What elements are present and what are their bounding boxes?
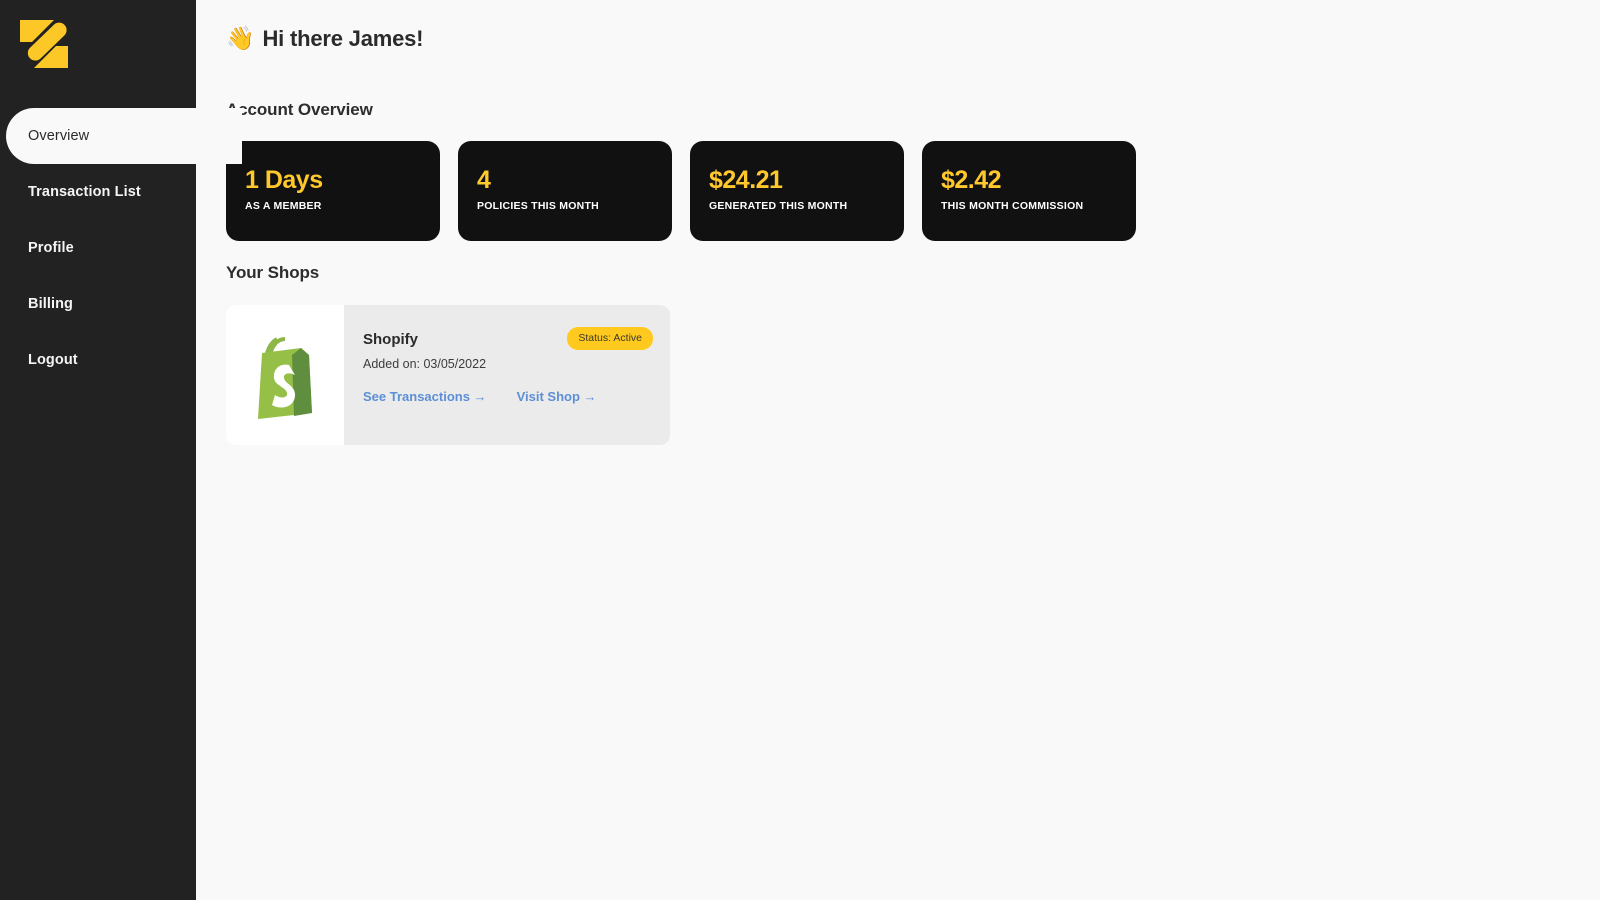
sidebar-item-logout[interactable]: Logout <box>0 332 196 388</box>
shop-added-date: Added on: 03/05/2022 <box>363 357 487 371</box>
your-shops-section: Your Shops Shopify Added on: 03/05/2022 … <box>226 263 1600 445</box>
stat-value: $24.21 <box>709 166 783 194</box>
stat-value: 1 Days <box>245 166 323 194</box>
sidebar-item-billing[interactable]: Billing <box>0 276 196 332</box>
sidebar-item-transaction-list[interactable]: Transaction List <box>0 164 196 220</box>
stat-card: $2.42 THIS MONTH COMMISSION <box>922 141 1136 241</box>
stylized-s-logo-icon <box>20 20 68 68</box>
stat-label: POLICIES THIS MONTH <box>477 200 600 213</box>
status-badge: Status: Active <box>567 327 653 350</box>
stat-label: THIS MONTH COMMISSION <box>941 200 1084 213</box>
sidebar: Overview Transaction List Profile Billin… <box>0 0 242 900</box>
sidebar-item-label: Profile <box>28 240 74 256</box>
shop-card[interactable]: Shopify Added on: 03/05/2022 See Transac… <box>226 305 670 445</box>
stat-value: 4 <box>477 166 491 194</box>
dashboard-page: Overview Transaction List Profile Billin… <box>0 0 1600 900</box>
stat-card-group: 1 Days AS A MEMBER 4 POLICIES THIS MONTH… <box>226 141 1600 241</box>
sidebar-item-overview[interactable]: Overview <box>6 108 242 164</box>
sidebar-item-label: Logout <box>28 352 78 368</box>
sidebar-item-label: Billing <box>28 296 73 312</box>
stat-label: AS A MEMBER <box>245 200 322 213</box>
visit-shop-link[interactable]: Visit Shop → <box>517 389 597 404</box>
stat-card: 1 Days AS A MEMBER <box>226 141 440 241</box>
see-transactions-link[interactable]: See Transactions → <box>363 389 487 404</box>
stat-card: 4 POLICIES THIS MONTH <box>458 141 672 241</box>
stat-card: $24.21 GENERATED THIS MONTH <box>690 141 904 241</box>
your-shops-heading: Your Shops <box>226 263 320 282</box>
account-overview-heading: Account Overview <box>226 100 373 119</box>
shop-logo-panel <box>226 305 344 445</box>
sidebar-nav: Overview Transaction List Profile Billin… <box>0 108 242 388</box>
greeting-text: Hi there James! <box>262 26 424 51</box>
sidebar-item-label: Transaction List <box>28 184 141 200</box>
sidebar-item-label: Overview <box>28 128 90 144</box>
brand-logo[interactable] <box>20 16 68 72</box>
page-title: 👋 Hi there James! <box>226 22 1600 56</box>
sidebar-item-profile[interactable]: Profile <box>0 220 196 276</box>
shop-link-group: See Transactions → Visit Shop → <box>363 389 670 404</box>
waving-hand-icon: 👋 <box>226 25 255 52</box>
stat-value: $2.42 <box>941 166 1002 194</box>
shopify-bag-icon <box>258 337 312 419</box>
shop-details: Shopify Added on: 03/05/2022 See Transac… <box>344 305 670 445</box>
stat-label: GENERATED THIS MONTH <box>709 200 848 213</box>
main-content: 👋 Hi there James! Account Overview 1 Day… <box>196 0 1600 900</box>
